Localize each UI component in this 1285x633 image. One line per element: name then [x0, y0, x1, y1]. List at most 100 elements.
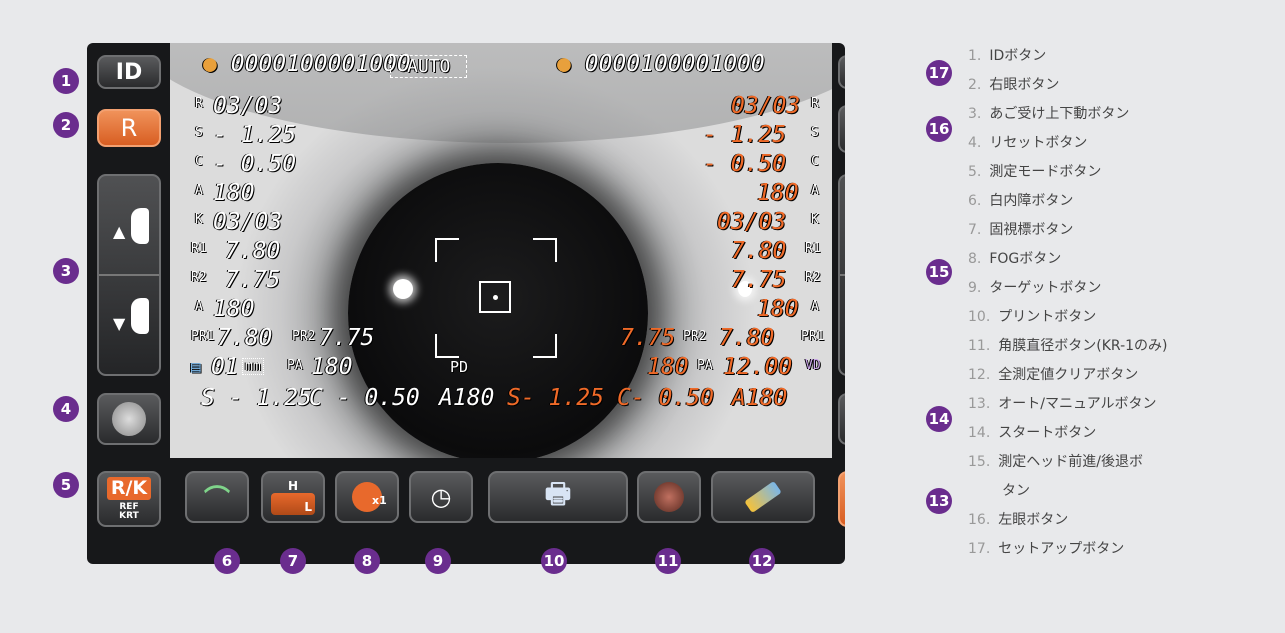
- left-k-count: 03/03: [213, 209, 283, 235]
- legend-item: 7. 固視標ボタン: [968, 222, 1074, 238]
- label-s-right: S: [811, 125, 819, 140]
- patient-card-icon: ●: [557, 51, 571, 77]
- corneal-diameter-icon: [654, 482, 684, 512]
- chinrest-updown-control: ▲ ▼: [97, 174, 161, 376]
- button-legend: 1. IDボタン 2. 右眼ボタン 3. あご受け上下動ボタン 4. リセットボタン 5…: [968, 42, 1278, 564]
- fog-icon: x1: [352, 482, 387, 512]
- badge-8: 8: [354, 548, 380, 574]
- label-a-left: A: [195, 183, 203, 198]
- left-pr1: 7.80: [217, 325, 273, 351]
- right-pa: 180: [647, 354, 689, 380]
- legend-item: 13. オート/マニュアルボタン: [968, 396, 1157, 412]
- left-id-number: ● 0000100001000: [203, 51, 411, 77]
- fixation-icon: L: [271, 493, 315, 515]
- left-id-value: 0000100001000: [230, 51, 411, 77]
- label-r2-left: R2: [191, 270, 207, 285]
- bottom-right-axis: A180: [732, 385, 788, 411]
- pd-label: PD: [450, 358, 469, 376]
- badge-3: 3: [53, 258, 79, 284]
- left-pr2: 7.75: [319, 325, 375, 351]
- corneal-glint-left: [393, 279, 413, 299]
- rk-label: R/K: [106, 477, 152, 500]
- id-button[interactable]: ID: [97, 55, 161, 89]
- legend-item: 2. 右眼ボタン: [968, 77, 1060, 93]
- badge-16: 16: [926, 116, 952, 142]
- cataract-button[interactable]: ⌒: [185, 471, 249, 523]
- l-label: L: [304, 500, 312, 514]
- right-id-number: ● 0000100001000: [557, 51, 765, 77]
- label-c-right: C: [811, 154, 819, 169]
- label-r-right: R: [811, 96, 819, 111]
- chinrest-down-button[interactable]: ▼: [107, 296, 153, 346]
- badge-11: 11: [655, 548, 681, 574]
- badge-12: 12: [749, 548, 775, 574]
- label-s-left: S: [195, 125, 203, 140]
- start-button[interactable]: [838, 393, 845, 445]
- label-r1-left: R1: [191, 241, 207, 256]
- legend-item: 3. あご受け上下動ボタン: [968, 106, 1130, 122]
- legend-item: 6. 白内障ボタン: [968, 193, 1074, 209]
- left-cylinder: - 0.50: [213, 151, 297, 177]
- legend-item: タン: [1002, 483, 1030, 499]
- label-pr1-left: PR1: [191, 329, 215, 344]
- right-r2: 7.75: [731, 267, 787, 293]
- left-sphere: - 1.25: [213, 122, 297, 148]
- badge-14: 14: [926, 406, 952, 432]
- label-pa-right: PA: [697, 358, 713, 373]
- measure-mode-button[interactable]: R/K REF KRT: [97, 471, 161, 527]
- right-pr1: 7.80: [719, 325, 775, 351]
- badge-2: 2: [53, 112, 79, 138]
- legend-item: 10. プリントボタン: [968, 309, 1097, 325]
- legend-item: 1. IDボタン: [968, 48, 1047, 64]
- legend-item: 8. FOGボタン: [968, 251, 1062, 267]
- badge-1: 1: [53, 68, 79, 94]
- label-r-left: R: [195, 96, 203, 111]
- arrow-down-icon: ▼: [113, 314, 126, 333]
- legend-item: 17. セットアップボタン: [968, 541, 1125, 557]
- label-pa-left: PA: [287, 358, 303, 373]
- auto-manual-button[interactable]: A M: [838, 471, 845, 527]
- left-axis: 180: [213, 180, 255, 206]
- clear-all-button[interactable]: [711, 471, 815, 523]
- right-eye-button[interactable]: R: [97, 109, 161, 147]
- right-k-count: 03/03: [717, 209, 787, 235]
- label-r1-right: R1: [805, 241, 821, 256]
- id-button-label: ID: [115, 59, 143, 85]
- legend-item: 14. スタートボタン: [968, 425, 1097, 441]
- left-r2: 7.75: [225, 267, 281, 293]
- badge-6: 6: [214, 548, 240, 574]
- fog-button[interactable]: x1: [335, 471, 399, 523]
- left-diameter: 01: [211, 354, 239, 380]
- chinrest-up-button[interactable]: ▲: [107, 206, 153, 256]
- right-eye-label: R: [120, 114, 138, 142]
- alignment-reticle: [435, 238, 557, 358]
- right-axis: 180: [757, 180, 799, 206]
- badge-5: 5: [53, 472, 79, 498]
- label-a2-right: A: [811, 299, 819, 314]
- badge-17: 17: [926, 60, 952, 86]
- bottom-left-sphere: S - 1.25: [201, 385, 312, 411]
- label-a-right: A: [811, 183, 819, 198]
- reset-button[interactable]: [97, 393, 161, 445]
- legend-item: 15. 測定ヘッド前進/後退ボ: [968, 454, 1143, 470]
- bottom-left-cylinder: C - 0.50: [309, 385, 420, 411]
- right-sphere: - 1.25: [703, 122, 787, 148]
- fixation-target-button[interactable]: H L: [261, 471, 325, 523]
- print-button[interactable]: 🖶: [488, 471, 628, 523]
- legend-item: 11. 角膜直径ボタン(KR-1のみ): [968, 338, 1168, 354]
- label-pr1-right: PR1: [801, 329, 825, 344]
- badge-10: 10: [541, 548, 567, 574]
- label-pr2-left: PR2: [292, 329, 316, 344]
- right-pr2: 7.75: [620, 325, 676, 351]
- corneal-diameter-button[interactable]: [637, 471, 701, 523]
- target-lens-icon: ◷: [430, 483, 452, 511]
- badge-7: 7: [280, 548, 306, 574]
- bottom-right-cylinder: C- 0.50: [617, 385, 714, 411]
- setup-button[interactable]: 🔧: [838, 55, 845, 89]
- badge-13: 13: [926, 488, 952, 514]
- label-c-left: C: [195, 154, 203, 169]
- left-eye-button[interactable]: L: [838, 105, 845, 153]
- left-pa: 180: [311, 354, 353, 380]
- target-button[interactable]: ◷: [409, 471, 473, 523]
- right-vd: 12.00: [723, 354, 793, 380]
